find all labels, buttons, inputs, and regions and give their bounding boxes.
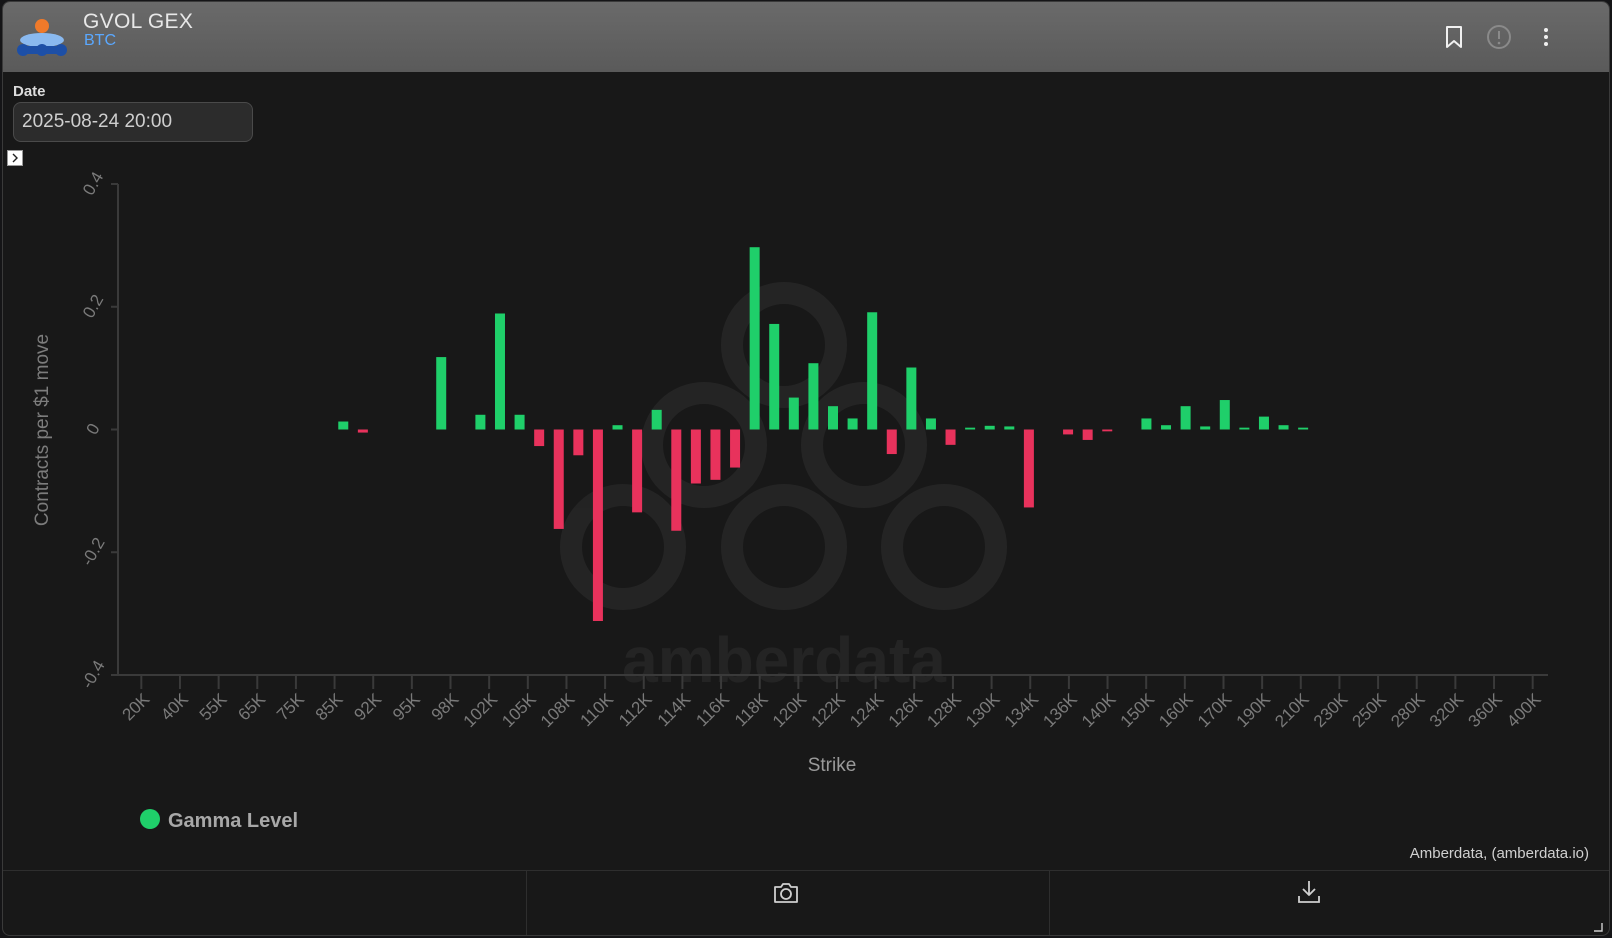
gamma-bar[interactable] (925, 418, 936, 430)
gamma-bar[interactable] (1004, 426, 1015, 430)
gamma-bar[interactable] (886, 429, 897, 455)
gamma-bar[interactable] (573, 429, 584, 456)
x-tick-label: 280K (1387, 689, 1429, 731)
x-tick-label: 400K (1503, 689, 1545, 731)
gamma-bar[interactable] (828, 406, 838, 430)
gamma-bar[interactable] (906, 367, 917, 430)
chart-axes (111, 183, 1548, 689)
gamma-bar[interactable] (1023, 429, 1034, 508)
x-tick-label: 134K (1001, 689, 1043, 731)
x-tick-label: 150K (1117, 689, 1159, 731)
x-tick-label: 95K (389, 689, 424, 724)
gamma-bar[interactable] (808, 363, 819, 430)
x-tick-label: 140K (1078, 689, 1120, 731)
x-tick-label: 55K (196, 689, 231, 724)
gamma-bar[interactable] (788, 397, 799, 430)
gamma-bar[interactable] (847, 418, 858, 430)
chart-credits[interactable]: Amberdata, (amberdata.io) (1410, 845, 1589, 862)
gamma-bar[interactable] (984, 425, 995, 430)
gamma-bar[interactable] (1082, 429, 1093, 440)
x-tick-label: 92K (350, 689, 385, 724)
resize-handle-icon[interactable] (1593, 922, 1603, 932)
gamma-bar[interactable] (1258, 416, 1269, 430)
gamma-bar[interactable] (1102, 429, 1113, 432)
x-tick-label: 20K (118, 689, 153, 724)
gamma-bar[interactable] (475, 414, 486, 430)
gamma-bar[interactable] (1141, 418, 1152, 430)
x-tick-label: 160K (1155, 689, 1197, 731)
x-tick-label: 136K (1039, 689, 1081, 731)
x-tick-label: 40K (157, 689, 192, 724)
camera-icon (774, 883, 798, 903)
x-tick-label: 250K (1349, 689, 1391, 731)
y-tick-label: -0.2 (78, 534, 109, 569)
x-tick-label: 360K (1465, 689, 1507, 731)
gamma-bar[interactable] (612, 425, 623, 430)
gamma-bar[interactable] (592, 429, 603, 621)
gamma-bar[interactable] (632, 429, 643, 513)
gamma-bar[interactable] (945, 429, 956, 445)
x-tick-label: 110K (576, 689, 617, 730)
gamma-bar[interactable] (730, 429, 741, 468)
gamma-bar[interactable] (514, 414, 525, 430)
gamma-bar[interactable] (1298, 427, 1309, 430)
gamma-bar[interactable] (867, 312, 878, 430)
gex-bar-chart: amberdata 20K 40K 55K 65K 75K 85K 92K 95K 98K102… (32, 169, 1548, 832)
gamma-bar[interactable] (651, 409, 662, 430)
widget-frame: GVOL GEX BTC Date amberdata (2, 1, 1610, 936)
x-tick-label: 190K (1233, 689, 1275, 731)
x-axis-title: Strike (808, 755, 857, 776)
x-tick-labels: 20K 40K 55K 65K 75K 85K 92K 95K 98K102K105K108K1… (118, 689, 1545, 731)
gamma-bar[interactable] (1239, 427, 1250, 430)
screenshot-button[interactable] (527, 871, 1049, 935)
x-tick-label: 108K (537, 689, 579, 731)
x-tick-label: 85K (312, 689, 347, 724)
gamma-bar[interactable] (553, 429, 564, 529)
gamma-bar[interactable] (769, 323, 780, 430)
y-tick-label: -0.4 (78, 657, 109, 692)
gamma-bar[interactable] (357, 429, 368, 433)
y-tick-label: 0.2 (79, 291, 107, 321)
gamma-bar[interactable] (1161, 425, 1172, 430)
legend-marker (140, 809, 160, 829)
download-icon (1298, 881, 1320, 903)
gamma-bar[interactable] (338, 421, 349, 430)
x-tick-label: 320K (1426, 689, 1468, 731)
gamma-bar[interactable] (1200, 426, 1211, 430)
gamma-bar[interactable] (534, 429, 545, 447)
gamma-bar[interactable] (436, 357, 447, 430)
x-tick-label: 75K (273, 689, 308, 724)
gamma-bar[interactable] (965, 427, 976, 430)
gamma-bar[interactable] (1180, 406, 1191, 430)
gamma-bar[interactable] (710, 429, 721, 480)
gamma-bar[interactable] (671, 429, 682, 531)
x-tick-label: 210K (1271, 689, 1313, 731)
x-tick-label: 230K (1310, 689, 1352, 731)
x-tick-label: 105K (498, 689, 540, 731)
gamma-bar[interactable] (690, 429, 701, 484)
gamma-bar[interactable] (749, 247, 760, 430)
x-tick-label: 170K (1194, 689, 1236, 731)
y-tick-label: 0.4 (79, 169, 107, 199)
gamma-bar[interactable] (1278, 425, 1289, 430)
x-tick-label: 98K (428, 689, 463, 724)
y-tick-label: 0 (83, 420, 104, 438)
chart-legend[interactable]: Gamma Level (140, 809, 298, 832)
legend-label: Gamma Level (168, 810, 298, 832)
y-axis-title: Contracts per $1 move (32, 334, 53, 526)
download-button[interactable] (1050, 871, 1609, 935)
x-tick-label: 102K (460, 689, 502, 731)
x-tick-label: 130K (962, 689, 1004, 731)
gamma-bar[interactable] (1219, 400, 1230, 430)
gamma-bar[interactable] (494, 313, 505, 430)
x-tick-label: 65K (234, 689, 269, 724)
watermark-text: amberdata (622, 624, 946, 696)
widget-footer (3, 870, 1609, 935)
y-tick-labels: -0.4 -0.2 0 0.2 0.4 (78, 169, 109, 692)
gamma-bar[interactable] (1063, 429, 1074, 435)
